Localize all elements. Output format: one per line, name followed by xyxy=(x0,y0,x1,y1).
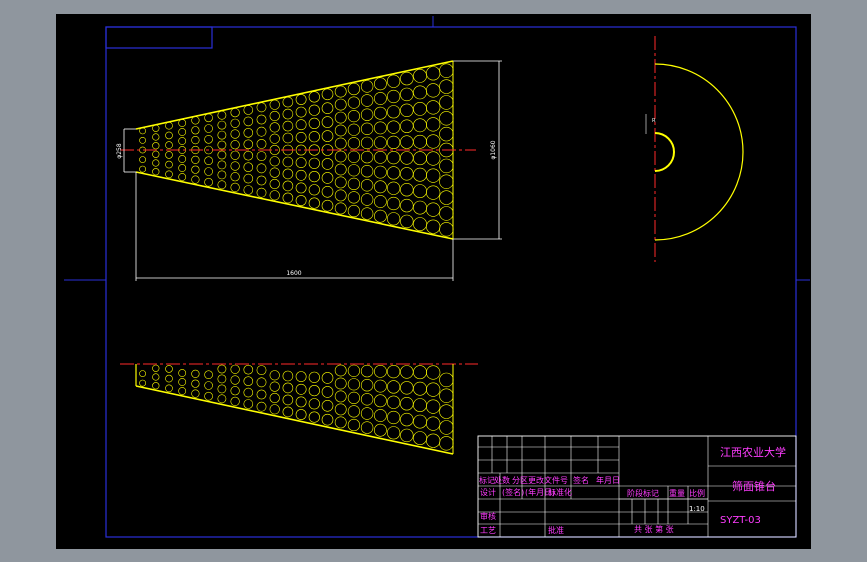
small-diameter-label: φ258 xyxy=(116,143,123,159)
drawing-canvas: φ258 φ1060 1600 R 标记 处数 分区 更改文件号 签名 年月日 … xyxy=(56,14,811,549)
length-label: 1600 xyxy=(286,270,301,277)
tb-sheet-text: 共 张 第 张 xyxy=(634,524,674,534)
tb-header-date: 年月日 xyxy=(596,475,620,485)
tb-school: 江西农业大学 xyxy=(720,445,786,459)
tb-weight-label: 重量 xyxy=(669,488,685,498)
tb-header-zone: 分区 xyxy=(512,476,528,485)
tb-standardize-label: 标准化 xyxy=(548,487,572,497)
radius-label: R xyxy=(652,118,656,124)
tb-approve-label: 批准 xyxy=(548,525,564,535)
cad-viewport[interactable]: φ258 φ1060 1600 R 标记 处数 分区 更改文件号 签名 年月日 … xyxy=(56,14,811,549)
sheet-background xyxy=(56,14,811,549)
tb-stage-label: 阶段标记 xyxy=(627,488,659,498)
tb-header-change-doc: 更改文件号 xyxy=(528,475,568,485)
large-diameter-label: φ1060 xyxy=(490,140,497,159)
tb-header-mark: 标记 xyxy=(479,475,495,485)
tb-drawing-number: SYZT-03 xyxy=(720,515,761,526)
tb-process-label: 工艺 xyxy=(480,526,496,535)
tb-scale-value: 1:10 xyxy=(689,505,705,513)
tb-design-sign: (签名) xyxy=(502,487,524,497)
tb-design-label: 设计 xyxy=(480,487,496,497)
tb-review-label: 审核 xyxy=(480,511,496,521)
tb-scale-label: 比例 xyxy=(689,488,705,498)
tb-header-count: 处数 xyxy=(494,475,510,485)
tb-header-sign: 签名 xyxy=(573,475,589,485)
tb-part-name: 筛面锥台 xyxy=(732,479,776,493)
